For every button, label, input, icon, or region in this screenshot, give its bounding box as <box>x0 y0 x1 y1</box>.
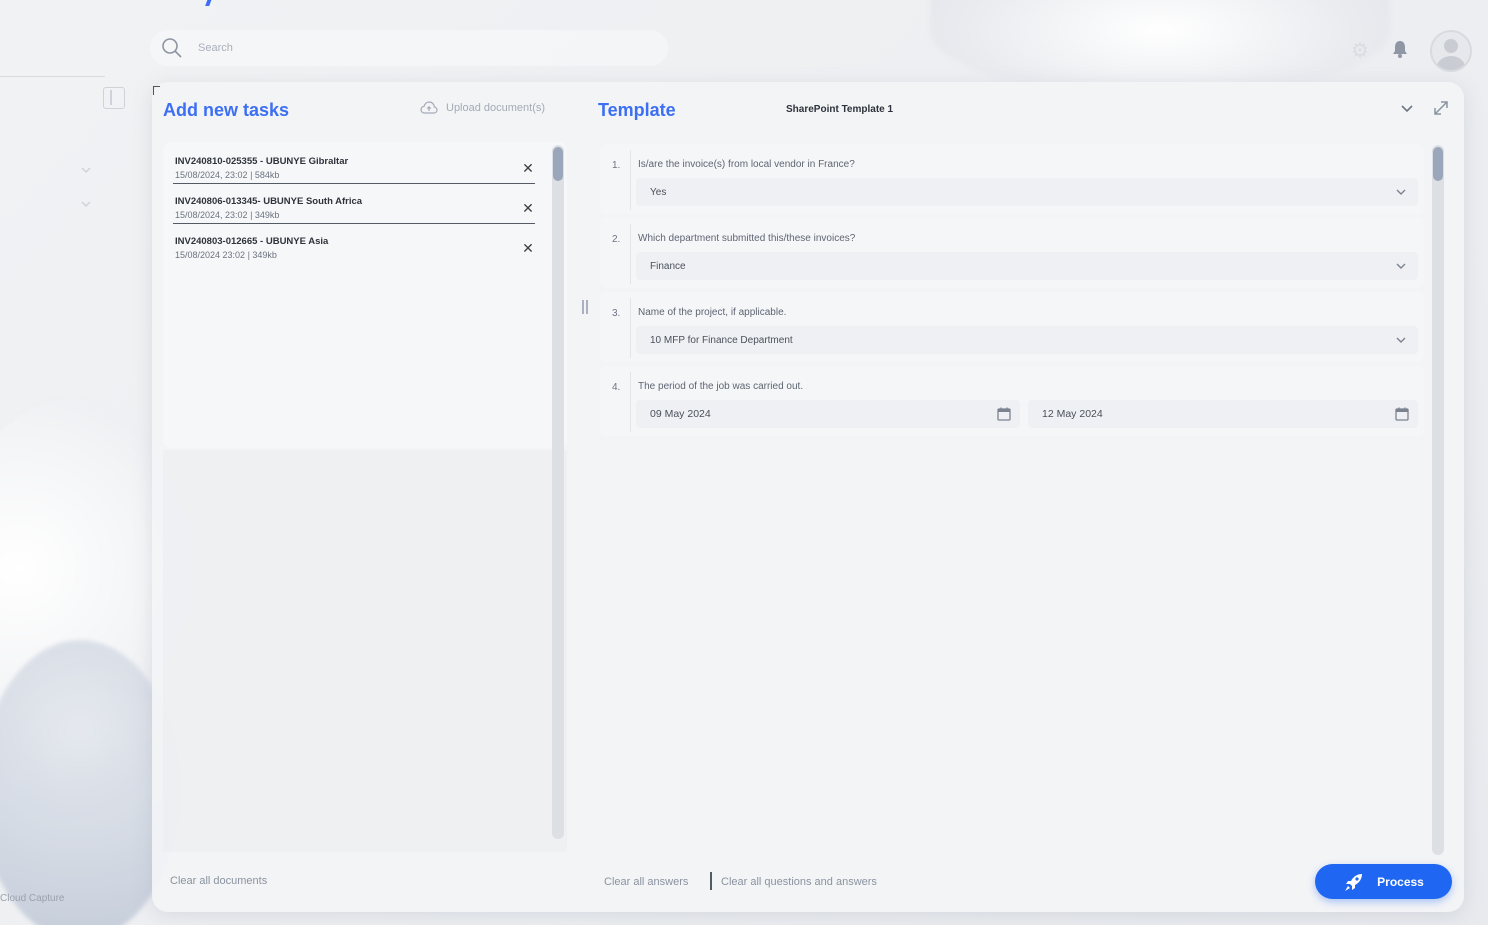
sidebar-divider <box>0 76 105 77</box>
document-meta: 15/08/2024 23:02 | 349kb <box>175 250 277 260</box>
close-icon[interactable]: ✕ <box>521 160 535 177</box>
chevron-down-icon[interactable] <box>80 198 92 210</box>
resize-handle[interactable] <box>582 300 588 314</box>
question-text: Which department submitted this/these in… <box>638 233 856 244</box>
sidebar-footer: Cloud Capture <box>0 893 65 904</box>
answer-value: Finance <box>650 260 686 272</box>
answer-select[interactable]: Finance <box>636 252 1418 280</box>
answer-select[interactable]: 10 MFP for Finance Department <box>636 326 1418 354</box>
question-number: 3. <box>612 308 621 319</box>
process-button[interactable]: Process <box>1315 864 1452 899</box>
clear-answers-link[interactable]: Clear all answers <box>604 876 688 888</box>
question-text: The period of the job was carried out. <box>638 381 804 392</box>
scrollbar-thumb[interactable] <box>1433 147 1443 181</box>
divider <box>710 872 712 890</box>
question-text: Name of the project, if applicable. <box>638 307 787 318</box>
divider <box>630 298 631 358</box>
chevron-down-icon[interactable] <box>1394 259 1408 273</box>
search-bar[interactable] <box>150 30 668 66</box>
question-text: Is/are the invoice(s) from local vendor … <box>638 159 855 170</box>
document-list: INV240810-025355 - UBUNYE Gibraltar 15/0… <box>163 142 567 448</box>
date-from-field[interactable]: 09 May 2024 <box>636 400 1020 428</box>
upload-label: Upload document(s) <box>446 102 546 114</box>
template-select[interactable]: SharePoint Template 1 <box>772 96 1422 122</box>
avatar[interactable] <box>1430 30 1472 72</box>
answer-value: Yes <box>650 186 667 198</box>
answer-select[interactable]: Yes <box>636 178 1418 206</box>
question-item: 3. Name of the project, if applicable. 1… <box>600 292 1424 362</box>
template-title: Template <box>598 100 676 120</box>
document-name: INV240803-012665 - UBUNYE Asia <box>175 236 329 247</box>
sidebar: Cloud Capture <box>0 0 135 925</box>
question-list: 1. Is/are the invoice(s) from local vend… <box>600 140 1428 436</box>
rocket-icon <box>1345 873 1363 891</box>
divider <box>630 224 631 284</box>
scrollbar[interactable] <box>1432 145 1444 855</box>
expand-icon[interactable] <box>1432 99 1450 117</box>
divider <box>630 150 631 210</box>
clear-all-link[interactable]: Clear all questions and answers <box>721 876 877 888</box>
list-item[interactable]: INV240806-013345- UBUNYE South Africa 15… <box>173 186 535 224</box>
list-item[interactable]: INV240803-012665 - UBUNYE Asia 15/08/202… <box>173 226 535 264</box>
scrollbar-thumb[interactable] <box>553 147 563 181</box>
scrollbar[interactable] <box>552 145 564 839</box>
date-to-field[interactable]: 12 May 2024 <box>1028 400 1418 428</box>
clear-documents-link[interactable]: Clear all documents <box>170 875 267 887</box>
date-value: 12 May 2024 <box>1042 408 1103 420</box>
corner-mark <box>153 86 160 95</box>
search-icon <box>162 38 182 58</box>
document-name: INV240810-025355 - UBUNYE Gibraltar <box>175 156 349 167</box>
question-number: 4. <box>612 382 621 393</box>
chevron-down-icon[interactable] <box>1399 100 1415 116</box>
question-number: 2. <box>612 234 621 245</box>
answer-value: 10 MFP for Finance Department <box>650 334 793 346</box>
tasks-title: Add new tasks <box>163 100 290 120</box>
chevron-down-icon[interactable] <box>1394 185 1408 199</box>
document-name: INV240806-013345- UBUNYE South Africa <box>175 196 363 207</box>
question-item: 4. The period of the job was carried out… <box>600 366 1424 436</box>
close-icon[interactable]: ✕ <box>521 240 535 257</box>
divider <box>630 372 631 432</box>
top-icons: ⚙ <box>1350 30 1472 72</box>
sidebar-collapse-icon[interactable] <box>103 87 125 109</box>
upload-button[interactable]: Upload document(s) <box>420 100 545 116</box>
logo-fragment <box>185 0 245 10</box>
close-icon[interactable]: ✕ <box>521 200 535 217</box>
drop-area[interactable] <box>163 450 567 852</box>
question-number: 1. <box>612 160 621 171</box>
list-item[interactable]: INV240810-025355 - UBUNYE Gibraltar 15/0… <box>173 146 535 184</box>
cloud-upload-icon <box>420 101 438 114</box>
chevron-down-icon[interactable] <box>1394 333 1408 347</box>
date-value: 09 May 2024 <box>650 408 711 420</box>
bell-icon[interactable] <box>1390 39 1410 64</box>
chevron-down-icon[interactable] <box>80 164 92 176</box>
question-item: 2. Which department submitted this/these… <box>600 218 1424 288</box>
calendar-icon[interactable] <box>1394 406 1410 422</box>
document-meta: 15/08/2024, 23:02 | 349kb <box>175 210 280 220</box>
process-label: Process <box>1377 874 1424 889</box>
search-input[interactable] <box>198 42 598 54</box>
question-item: 1. Is/are the invoice(s) from local vend… <box>600 144 1424 214</box>
document-meta: 15/08/2024, 23:02 | 584kb <box>175 170 280 180</box>
gear-icon[interactable]: ⚙ <box>1350 41 1370 61</box>
calendar-icon[interactable] <box>996 406 1012 422</box>
background-decoration <box>930 0 1390 90</box>
